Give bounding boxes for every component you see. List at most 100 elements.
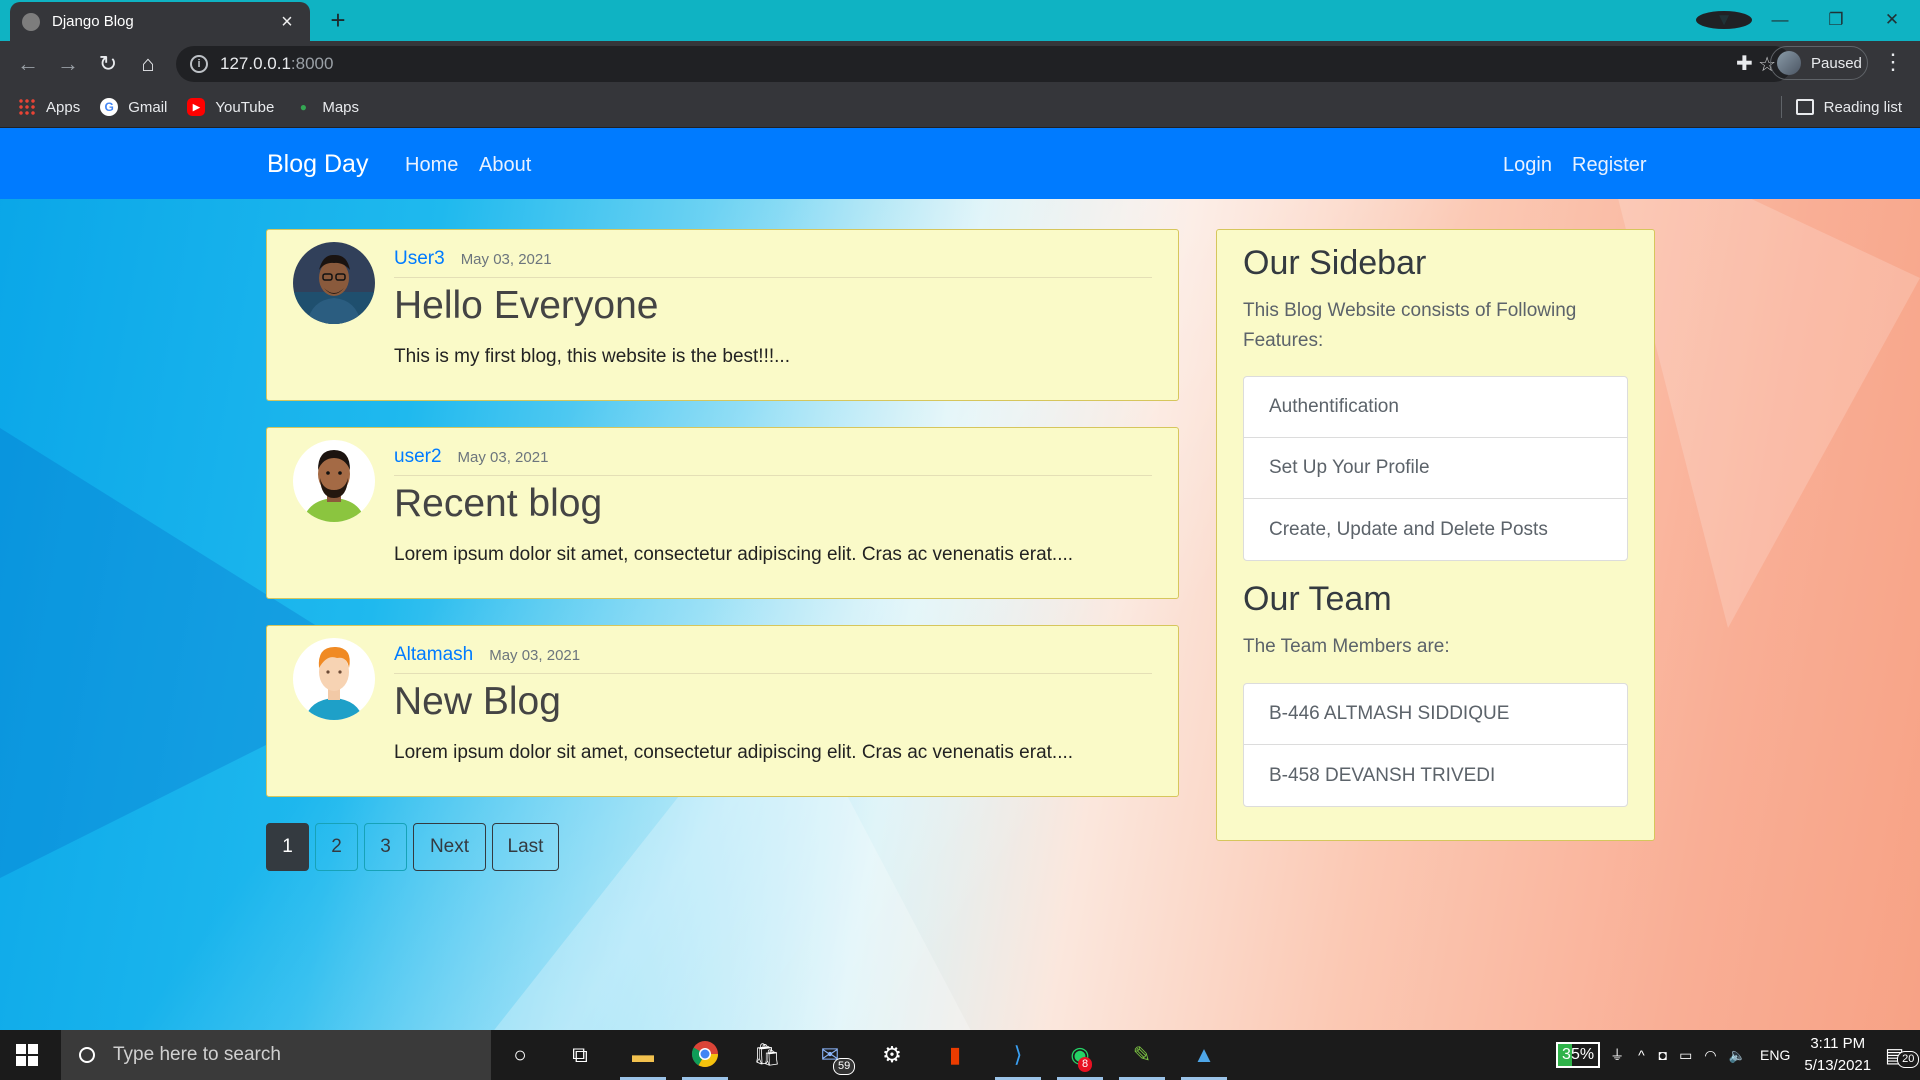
divider xyxy=(1780,96,1782,118)
last-page-button[interactable]: Last xyxy=(492,823,559,871)
list-item[interactable]: Authentification xyxy=(1244,377,1627,438)
chrome-icon[interactable] xyxy=(682,1040,728,1080)
restore-icon[interactable]: ❐ xyxy=(1808,10,1864,30)
list-item[interactable]: Set Up Your Profile xyxy=(1244,438,1627,499)
plug-icon: ⏚ xyxy=(1610,1047,1625,1063)
notifications-badge: 20 xyxy=(1897,1050,1920,1068)
clock[interactable]: 3:11 PM 5/13/2021 xyxy=(1804,1033,1871,1077)
back-icon[interactable]: ← xyxy=(8,51,48,77)
bookmark-youtube[interactable]: ▶ YouTube xyxy=(187,98,274,116)
bookmark-maps[interactable]: ● Maps xyxy=(294,98,359,116)
list-item[interactable]: Create, Update and Delete Posts xyxy=(1244,499,1627,560)
camera-icon[interactable]: ◘ xyxy=(1659,1047,1667,1063)
post-author-link[interactable]: user2 xyxy=(394,446,442,468)
browser-menu-icon[interactable]: ⋮ xyxy=(1882,49,1904,75)
profile-menu-icon[interactable]: ▼ xyxy=(1696,10,1752,30)
profile-avatar xyxy=(1777,51,1801,75)
post-date: May 03, 2021 xyxy=(489,647,581,664)
taskbar-search[interactable]: Type here to search xyxy=(61,1030,491,1080)
window-controls: ▼ — ❐ ✕ xyxy=(1696,0,1920,40)
page-viewport: Blog Day Home About Login Register User3… xyxy=(0,128,1920,1030)
post-title[interactable]: Hello Everyone xyxy=(394,284,658,328)
extensions-puzzle-icon[interactable]: ✚ xyxy=(1736,51,1753,76)
home-icon[interactable]: ⌂ xyxy=(128,51,168,77)
reading-list-button[interactable]: Reading list xyxy=(1780,87,1902,127)
system-tray: 35% ⏚ ^ ◘ ▭ ◠ 🔈 ENG 3:11 PM 5/13/2021 ▤ … xyxy=(1556,1030,1920,1080)
post-excerpt: Lorem ipsum dolor sit amet, consectetur … xyxy=(394,742,1074,763)
address-bar[interactable]: i 127.0.0.1:8000 ☆ xyxy=(176,46,1792,82)
post-author-link[interactable]: Altamash xyxy=(394,644,473,666)
notepad-icon[interactable]: ✎ xyxy=(1119,1040,1165,1080)
bookmark-apps[interactable]: Apps xyxy=(18,98,80,116)
browser-tab[interactable]: Django Blog × xyxy=(10,2,310,41)
page-3-button[interactable]: 3 xyxy=(364,823,407,871)
apps-grid-icon xyxy=(18,98,36,116)
nav-register-link[interactable]: Register xyxy=(1572,154,1646,177)
battery-indicator[interactable]: 35% xyxy=(1556,1042,1601,1068)
post-card: user2 May 03, 2021 Recent blog Lorem ips… xyxy=(266,427,1179,599)
office-icon[interactable]: ▮ xyxy=(940,1040,970,1070)
close-window-icon[interactable]: ✕ xyxy=(1864,10,1920,30)
notifications-icon[interactable]: ▤ 20 xyxy=(1885,1043,1920,1068)
nav-about-link[interactable]: About xyxy=(479,154,531,177)
nav-login-link[interactable]: Login xyxy=(1503,154,1552,177)
clock-date: 5/13/2021 xyxy=(1804,1057,1872,1074)
next-page-button[interactable]: Next xyxy=(413,823,486,871)
sidebar-title: Our Sidebar xyxy=(1243,244,1427,282)
search-icon xyxy=(79,1047,95,1063)
task-view-icon[interactable]: ⧉ xyxy=(565,1040,595,1070)
minimize-icon[interactable]: — xyxy=(1752,10,1808,30)
post-author-link[interactable]: User3 xyxy=(394,248,445,270)
gmail-icon: G xyxy=(100,98,119,116)
close-tab-icon[interactable]: × xyxy=(276,12,298,32)
windows-start-icon[interactable] xyxy=(16,1044,38,1066)
new-tab-button[interactable]: + xyxy=(326,7,350,33)
profile-button[interactable]: Paused xyxy=(1770,46,1868,80)
post-date: May 03, 2021 xyxy=(457,449,549,466)
url-port: :8000 xyxy=(290,54,334,73)
tab-title: Django Blog xyxy=(52,13,134,30)
page-1-button[interactable]: 1 xyxy=(266,823,309,871)
post-title[interactable]: New Blog xyxy=(394,680,561,724)
browser-toolbar: ← → ↻ ⌂ i 127.0.0.1:8000 ☆ ✚ Paused ⋮ xyxy=(0,41,1920,87)
post-title[interactable]: Recent blog xyxy=(394,482,602,526)
forward-icon[interactable]: → xyxy=(48,51,88,77)
reading-list-label: Reading list xyxy=(1823,98,1902,116)
site-info-icon[interactable]: i xyxy=(190,55,208,73)
team-title: Our Team xyxy=(1243,580,1392,618)
team-list: B-446 ALTMASH SIDDIQUE B-458 DEVANSH TRI… xyxy=(1243,683,1628,807)
post-card: Altamash May 03, 2021 New Blog Lorem ips… xyxy=(266,625,1179,797)
page-2-button[interactable]: 2 xyxy=(315,823,358,871)
chevron-up-icon[interactable]: ^ xyxy=(1638,1047,1645,1063)
battery-icon[interactable]: ▭ xyxy=(1679,1047,1692,1064)
bookmark-label: Apps xyxy=(46,98,81,116)
store-icon[interactable]: 🛍 xyxy=(752,1040,782,1070)
sidebar-description: This Blog Website consists of Following … xyxy=(1243,300,1577,351)
author-avatar xyxy=(293,440,375,522)
bookmark-gmail[interactable]: G Gmail xyxy=(100,98,167,116)
post-excerpt: Lorem ipsum dolor sit amet, consectetur … xyxy=(394,544,1074,565)
post-meta: user2 May 03, 2021 xyxy=(394,446,1152,476)
sidebar-panel: Our Sidebar This Blog Website consists o… xyxy=(1216,229,1655,841)
post-excerpt: This is my first blog, this website is t… xyxy=(394,346,790,367)
battery-percent: 35% xyxy=(1562,1046,1595,1063)
vscode-icon[interactable]: ⟩ xyxy=(995,1040,1041,1080)
profile-status: Paused xyxy=(1811,54,1862,72)
file-explorer-icon[interactable]: ▬ xyxy=(620,1040,666,1080)
features-list: Authentification Set Up Your Profile Cre… xyxy=(1243,376,1628,561)
volume-icon[interactable]: 🔈 xyxy=(1729,1047,1746,1064)
language-indicator[interactable]: ENG xyxy=(1760,1047,1790,1063)
list-item[interactable]: B-446 ALTMASH SIDDIQUE xyxy=(1244,684,1627,745)
photos-icon[interactable]: ▲ xyxy=(1181,1040,1227,1080)
reload-icon[interactable]: ↻ xyxy=(88,51,128,77)
mail-badge: 59 xyxy=(833,1058,856,1075)
nav-home-link[interactable]: Home xyxy=(405,154,458,177)
settings-gear-icon[interactable]: ⚙ xyxy=(877,1040,907,1070)
cortana-icon[interactable]: ○ xyxy=(505,1040,535,1070)
wifi-icon[interactable]: ◠ xyxy=(1704,1047,1716,1064)
bookmark-label: Maps xyxy=(322,98,360,116)
bookmark-label: Gmail xyxy=(128,98,168,116)
list-item[interactable]: B-458 DEVANSH TRIVEDI xyxy=(1244,745,1627,806)
team-description: The Team Members are: xyxy=(1243,636,1450,657)
site-brand[interactable]: Blog Day xyxy=(267,150,368,179)
